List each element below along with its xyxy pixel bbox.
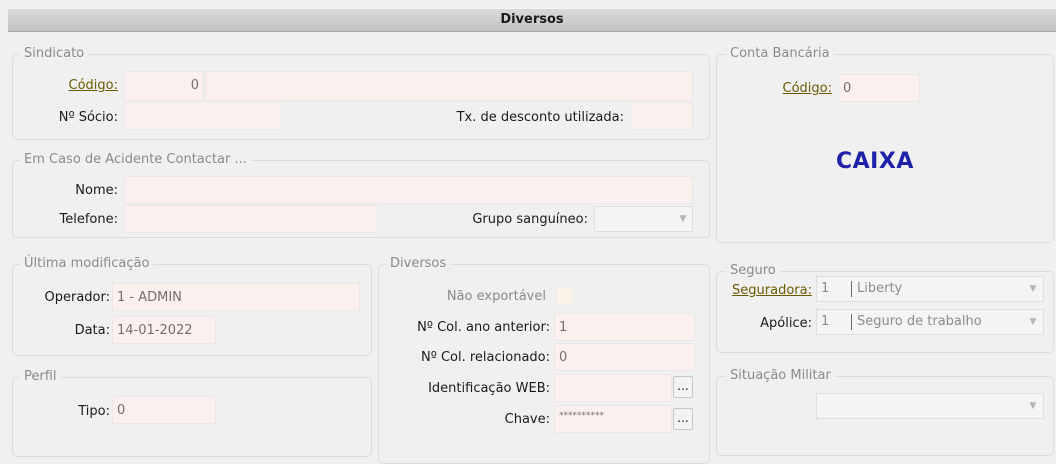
nao-exportavel-checkbox[interactable] <box>556 287 574 305</box>
apolice-select[interactable]: 1 Seguro de trabalho <box>816 309 1044 335</box>
conta-bancaria-legend: Conta Bancária <box>726 46 834 62</box>
situacao-militar-select[interactable] <box>816 393 1044 419</box>
situacao-militar-legend: Situação Militar <box>726 368 835 384</box>
chevron-down-icon[interactable]: ▼ <box>676 205 690 233</box>
apolice-label: Apólice: <box>760 316 812 331</box>
socio-input[interactable] <box>124 102 282 130</box>
desconto-label: Tx. de desconto utilizada: <box>456 110 624 125</box>
col-relacionado-label: Nº Col. relacionado: <box>420 350 550 365</box>
acidente-legend: Em Caso de Acidente Contactar ... <box>20 152 251 168</box>
seguradora-link[interactable]: Seguradora: <box>720 283 812 299</box>
telefone-label: Telefone: <box>59 212 119 227</box>
seguradora-name: Liberty <box>857 281 903 296</box>
col-anterior-input[interactable]: 1 <box>554 313 695 341</box>
apolice-name: Seguro de trabalho <box>857 314 982 329</box>
chave-input[interactable]: ********** <box>554 405 672 433</box>
apolice-separator <box>851 314 852 330</box>
identificacao-web-browse-button[interactable]: ... <box>673 376 693 398</box>
chevron-down-icon[interactable]: ▼ <box>1026 275 1040 303</box>
identificacao-web-input[interactable] <box>554 374 672 402</box>
perfil-legend: Perfil <box>20 369 61 385</box>
chevron-down-icon[interactable]: ▼ <box>1026 392 1040 420</box>
chave-browse-button[interactable]: ... <box>673 408 693 430</box>
socio-label: Nº Sócio: <box>58 110 118 125</box>
data-input[interactable]: 14-01-2022 <box>112 316 216 344</box>
nome-input[interactable] <box>124 176 693 204</box>
col-relacionado-input[interactable]: 0 <box>554 343 695 371</box>
grupo-sanguineo-label: Grupo sanguíneo: <box>472 212 588 227</box>
chevron-down-icon[interactable]: ▼ <box>1026 308 1040 336</box>
seguradora-separator <box>851 281 852 297</box>
bank-name-label: CAIXA <box>836 149 914 174</box>
diversos-legend: Diversos <box>386 256 451 272</box>
ultima-modificacao-legend: Última modificação <box>20 256 154 272</box>
desconto-input[interactable] <box>630 102 693 130</box>
sindicato-codigo-link[interactable]: Código: <box>40 78 118 94</box>
seguro-legend: Seguro <box>726 263 780 279</box>
conta-codigo-input[interactable]: 0 <box>838 74 920 102</box>
data-label: Data: <box>74 323 110 338</box>
col-anterior-label: Nº Col. ano anterior: <box>417 320 550 335</box>
nome-label: Nome: <box>75 183 118 198</box>
seguradora-select[interactable]: 1 Liberty <box>816 276 1044 302</box>
identificacao-web-label: Identificação WEB: <box>428 381 550 396</box>
conta-codigo-link[interactable]: Código: <box>760 81 832 97</box>
tipo-label: Tipo: <box>78 404 110 419</box>
sindicato-descricao-input[interactable] <box>205 71 693 101</box>
tipo-input[interactable]: 0 <box>112 396 216 424</box>
section-title: Diversos <box>500 12 564 27</box>
seguradora-code: 1 <box>821 281 830 296</box>
telefone-input[interactable] <box>124 205 378 233</box>
nao-exportavel-label: Não exportável <box>446 289 546 304</box>
chave-label: Chave: <box>504 412 550 427</box>
operador-input[interactable]: 1 - ADMIN <box>112 283 360 311</box>
apolice-code: 1 <box>821 314 830 329</box>
sindicato-codigo-input[interactable]: 0 <box>124 71 204 101</box>
operador-label: Operador: <box>44 290 111 305</box>
section-title-bar: Diversos <box>8 8 1056 32</box>
sindicato-legend: Sindicato <box>20 46 89 62</box>
